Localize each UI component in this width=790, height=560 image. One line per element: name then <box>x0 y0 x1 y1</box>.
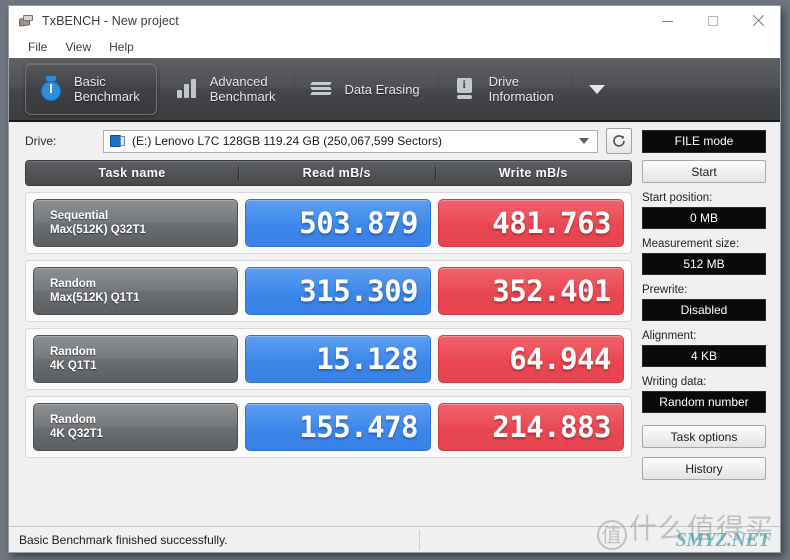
tab-basic-benchmark-label: Basic Benchmark <box>74 74 140 104</box>
results-header: Task name Read mB/s Write mB/s <box>25 160 632 186</box>
task-name-cell: Random 4K Q32T1 <box>33 403 238 451</box>
tab-advanced-line1: Advanced <box>209 74 268 89</box>
file-mode-button[interactable]: FILE mode <box>642 129 766 153</box>
menu-help[interactable]: Help <box>100 38 143 56</box>
task-line2: Max(512K) Q32T1 <box>50 224 146 236</box>
tab-basic-line1: Basic <box>74 74 106 89</box>
task-name-cell: Sequential Max(512K) Q32T1 <box>33 199 238 247</box>
tab-strip: Basic Benchmark Advanced Benchmark Data … <box>9 58 780 122</box>
prewrite-value[interactable]: Disabled <box>642 299 766 321</box>
tab-data-erasing[interactable]: Data Erasing <box>297 63 436 115</box>
tab-erasing-line1: Data Erasing <box>344 81 420 97</box>
body-area: Task name Read mB/s Write mB/s Sequentia… <box>9 160 780 518</box>
write-value: 214.883 <box>438 403 624 451</box>
writing-data-label: Writing data: <box>642 376 707 388</box>
write-value: 352.401 <box>438 267 624 315</box>
tab-separator-4 <box>571 69 573 109</box>
drive-label: Drive: <box>25 134 57 148</box>
start-position-label: Start position: <box>642 192 713 204</box>
maximize-button[interactable] <box>690 6 735 36</box>
read-value: 155.478 <box>245 403 431 451</box>
table-row[interactable]: Random 4K Q1T1 15.128 64.944 <box>25 328 632 390</box>
drive-info-icon <box>453 74 479 104</box>
alignment-value[interactable]: 4 KB <box>642 345 766 367</box>
start-button[interactable]: Start <box>642 160 766 183</box>
write-value: 64.944 <box>438 335 624 383</box>
tab-drive-line1: Drive <box>488 74 519 89</box>
tab-separator-1 <box>158 69 160 109</box>
task-line2: Max(512K) Q1T1 <box>50 292 140 304</box>
tab-drive-information-label: Drive Information <box>489 74 554 104</box>
task-line1: Sequential <box>50 210 109 222</box>
tab-basic-benchmark[interactable]: Basic Benchmark <box>25 63 157 115</box>
settings-sidebar: Start Start position: 0 MB Measurement s… <box>642 160 766 518</box>
bar-chart-icon <box>174 74 200 104</box>
tab-data-erasing-label: Data Erasing <box>345 82 420 97</box>
task-name-cell: Random 4K Q1T1 <box>33 335 238 383</box>
table-row[interactable]: Random Max(512K) Q1T1 315.309 352.401 <box>25 260 632 322</box>
table-row[interactable]: Sequential Max(512K) Q32T1 503.879 481.7… <box>25 192 632 254</box>
read-value: 15.128 <box>245 335 431 383</box>
status-separator <box>419 529 420 550</box>
erase-icon <box>309 74 335 104</box>
measurement-size-value[interactable]: 512 MB <box>642 253 766 275</box>
task-line1: Random <box>50 346 96 358</box>
chevron-down-icon[interactable] <box>579 138 589 144</box>
minimize-button[interactable] <box>645 6 690 36</box>
task-line2: 4K Q1T1 <box>50 360 97 372</box>
txbench-window: TxBENCH - New project File View Help Bas… <box>8 5 781 553</box>
read-value: 503.879 <box>245 199 431 247</box>
window-controls <box>645 6 780 36</box>
tab-advanced-benchmark-label: Advanced Benchmark <box>210 74 276 104</box>
table-row[interactable]: Random 4K Q32T1 155.478 214.883 <box>25 396 632 458</box>
menu-view[interactable]: View <box>56 38 100 56</box>
refresh-button[interactable] <box>606 128 632 154</box>
disk-icon <box>110 135 126 147</box>
tab-advanced-benchmark[interactable]: Advanced Benchmark <box>162 63 292 115</box>
start-position-value[interactable]: 0 MB <box>642 207 766 229</box>
prewrite-label: Prewrite: <box>642 284 688 296</box>
tab-drive-line2: Information <box>488 89 554 104</box>
drive-selected-value: (E:) Lenovo L7C 128GB 119.24 GB (250,067… <box>132 134 442 148</box>
tab-basic-line2: Benchmark <box>74 89 140 104</box>
task-name-cell: Random Max(512K) Q1T1 <box>33 267 238 315</box>
alignment-label: Alignment: <box>642 330 697 342</box>
drive-select[interactable]: (E:) Lenovo L7C 128GB 119.24 GB (250,067… <box>103 129 598 153</box>
status-message: Basic Benchmark finished successfully. <box>19 532 228 547</box>
column-header-read: Read mB/s <box>238 166 435 180</box>
refresh-icon <box>613 135 625 147</box>
results-panel: Task name Read mB/s Write mB/s Sequentia… <box>25 160 632 518</box>
history-button[interactable]: History <box>642 457 766 480</box>
window-title: TxBENCH - New project <box>42 14 179 28</box>
title-bar: TxBENCH - New project <box>9 6 780 36</box>
app-icon <box>18 14 35 29</box>
close-button[interactable] <box>735 6 780 36</box>
column-header-task: Task name <box>98 166 166 180</box>
tab-separator-3 <box>437 69 439 109</box>
column-header-write: Write mB/s <box>434 166 632 180</box>
task-line1: Random <box>50 278 96 290</box>
task-line1: Random <box>50 414 96 426</box>
stopwatch-icon <box>38 74 64 104</box>
status-bar: Basic Benchmark finished successfully. <box>9 526 780 552</box>
task-line2: 4K Q32T1 <box>50 428 104 440</box>
task-options-button[interactable]: Task options <box>642 425 766 448</box>
writing-data-value[interactable]: Random number <box>642 391 766 413</box>
drive-bar: Drive: (E:) Lenovo L7C 128GB 119.24 GB (… <box>9 122 780 160</box>
menu-file[interactable]: File <box>19 38 56 56</box>
chevron-down-icon[interactable] <box>588 84 605 94</box>
tab-drive-information[interactable]: Drive Information <box>441 63 570 115</box>
write-value: 481.763 <box>438 199 624 247</box>
tab-separator-2 <box>293 69 295 109</box>
read-value: 315.309 <box>245 267 431 315</box>
tab-advanced-line2: Benchmark <box>209 89 276 104</box>
measurement-size-label: Measurement size: <box>642 238 740 250</box>
menu-bar: File View Help <box>9 36 780 58</box>
